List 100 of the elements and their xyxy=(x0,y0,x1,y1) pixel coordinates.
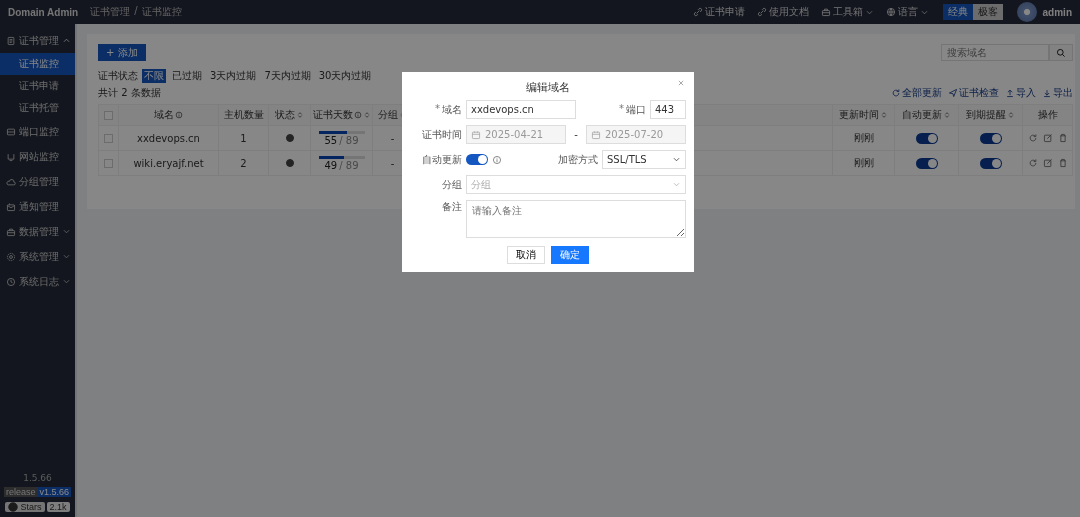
required-mark: * xyxy=(435,102,440,116)
confirm-button[interactable]: 确定 xyxy=(551,246,589,264)
sidebar-item[interactable]: 证书管理 xyxy=(0,28,75,53)
close-icon xyxy=(676,78,686,88)
input-field[interactable]: 443 xyxy=(650,100,686,119)
sidebar-item[interactable]: 通知管理 xyxy=(0,194,75,219)
trash-icon xyxy=(1057,133,1068,143)
breadcrumb-item[interactable]: 证书管理 xyxy=(90,5,131,19)
table-cell: wiki.eryajf.net xyxy=(133,157,204,169)
globe-icon xyxy=(885,7,896,17)
search-icon xyxy=(1056,47,1066,58)
table-cell: 2 xyxy=(240,157,247,169)
sidebar-subitem[interactable]: 证书监控 xyxy=(0,53,75,75)
upload-icon xyxy=(1005,88,1015,98)
filter-option[interactable]: 3天内过期 xyxy=(208,69,259,83)
action-link[interactable]: 全部更新 xyxy=(891,86,942,100)
table-cell: - xyxy=(390,132,395,144)
sidebar-item[interactable]: 分组管理 xyxy=(0,169,75,194)
table-cell: xxdevops.cn xyxy=(137,132,200,144)
nav-link[interactable]: 证书申请 xyxy=(692,5,745,19)
column-header: 更新时间 xyxy=(839,109,879,120)
avatar[interactable] xyxy=(1016,2,1037,22)
action-link[interactable]: 导出 xyxy=(1042,86,1073,100)
record-count: 共计 2 条数据 xyxy=(98,86,161,100)
send-icon xyxy=(948,88,958,98)
select-field[interactable]: SSL/TLS xyxy=(602,150,686,169)
theme-option[interactable]: 极客 xyxy=(972,4,1003,20)
dialog-title: 编辑域名 xyxy=(526,80,570,94)
breadcrumb-item[interactable]: 证书监控 xyxy=(141,5,182,19)
download-icon xyxy=(1042,88,1052,98)
toggle-switch[interactable] xyxy=(979,132,1002,144)
toggle-switch[interactable] xyxy=(466,154,488,165)
cancel-button[interactable]: 取消 xyxy=(507,246,545,264)
filter-option[interactable]: 不限 xyxy=(142,69,166,83)
github-icon xyxy=(8,502,19,512)
filter-option[interactable]: 30天内过期 xyxy=(316,69,374,83)
date-separator: - xyxy=(573,129,579,140)
checkbox[interactable] xyxy=(104,111,113,120)
filter-label: 证书状态 xyxy=(98,69,138,83)
table-cell: 1 xyxy=(240,132,247,144)
add-button[interactable]: + 添加 xyxy=(98,44,146,61)
calendar-icon xyxy=(591,130,601,140)
field-label: 证书时间 xyxy=(422,127,462,142)
edit-icon xyxy=(1042,158,1053,168)
list-icon xyxy=(6,126,16,137)
monitor-icon xyxy=(6,151,16,162)
days-total: / 89 xyxy=(339,159,359,171)
sidebar-item[interactable]: 网站监控 xyxy=(0,144,75,169)
filter-option[interactable]: 7天内过期 xyxy=(262,69,313,83)
trash-icon xyxy=(1057,158,1068,168)
nav-link[interactable]: 语言 xyxy=(885,5,929,19)
note-textarea[interactable]: 请输入备注 xyxy=(466,200,686,238)
field-label: 自动更新 xyxy=(422,152,462,167)
column-header: 自动更新 xyxy=(902,109,942,120)
filter-option[interactable]: 已过期 xyxy=(170,69,204,83)
info-icon xyxy=(492,154,502,165)
sidebar-item[interactable]: 系统日志 xyxy=(0,269,75,294)
action-link[interactable]: 证书检查 xyxy=(948,86,999,100)
sidebar-subitem[interactable]: 证书申请 xyxy=(0,75,75,97)
calendar-icon xyxy=(471,130,481,140)
app-title: Domain Admin xyxy=(8,6,79,18)
required-mark: * xyxy=(619,102,624,116)
field-label: 域名 xyxy=(442,102,462,117)
refresh-icon xyxy=(1027,133,1038,143)
sidebar-item[interactable]: 系统管理 xyxy=(0,244,75,269)
days-total: / 89 xyxy=(339,134,359,146)
table-cell: 刚刚 xyxy=(853,132,874,143)
link-icon xyxy=(692,7,703,17)
sidebar-item[interactable]: 端口监控 xyxy=(0,119,75,144)
toolbox-icon xyxy=(820,7,831,17)
input-field[interactable]: xxdevops.cn xyxy=(466,100,576,119)
sidebar-subitem[interactable]: 证书托管 xyxy=(0,97,75,119)
checkbox[interactable] xyxy=(104,159,113,168)
field-label: 备注 xyxy=(442,200,462,214)
toggle-switch[interactable] xyxy=(915,132,938,144)
column-header: 域名 xyxy=(154,109,174,120)
search-field[interactable]: 搜索域名 xyxy=(941,44,1049,61)
nav-link[interactable]: 使用文档 xyxy=(756,5,809,19)
field-label: 加密方式 xyxy=(558,152,598,167)
gear-icon xyxy=(6,251,16,262)
toggle-switch[interactable] xyxy=(979,157,1002,169)
table-cell: - xyxy=(390,157,395,169)
column-header: 主机数量 xyxy=(223,109,264,120)
user-name[interactable]: admin xyxy=(1042,6,1072,18)
select-field[interactable]: 分组 xyxy=(466,175,686,194)
stars-button[interactable]: Stars xyxy=(5,502,45,512)
theme-option[interactable]: 经典 xyxy=(942,4,973,20)
column-header: 状态 xyxy=(275,109,295,120)
envelope-icon xyxy=(6,201,16,212)
column-header: 分组 xyxy=(378,109,398,120)
action-link[interactable]: 导入 xyxy=(1005,86,1036,100)
checkbox[interactable] xyxy=(104,134,113,143)
link-icon xyxy=(756,7,767,17)
search-button[interactable] xyxy=(1049,44,1073,61)
caret-icon xyxy=(672,180,681,189)
nav-link[interactable]: 工具箱 xyxy=(820,5,874,19)
sidebar-item[interactable]: 数据管理 xyxy=(0,219,75,244)
field-label: 分组 xyxy=(442,177,462,192)
field-label: 端口 xyxy=(626,102,646,117)
toggle-switch[interactable] xyxy=(915,157,938,169)
